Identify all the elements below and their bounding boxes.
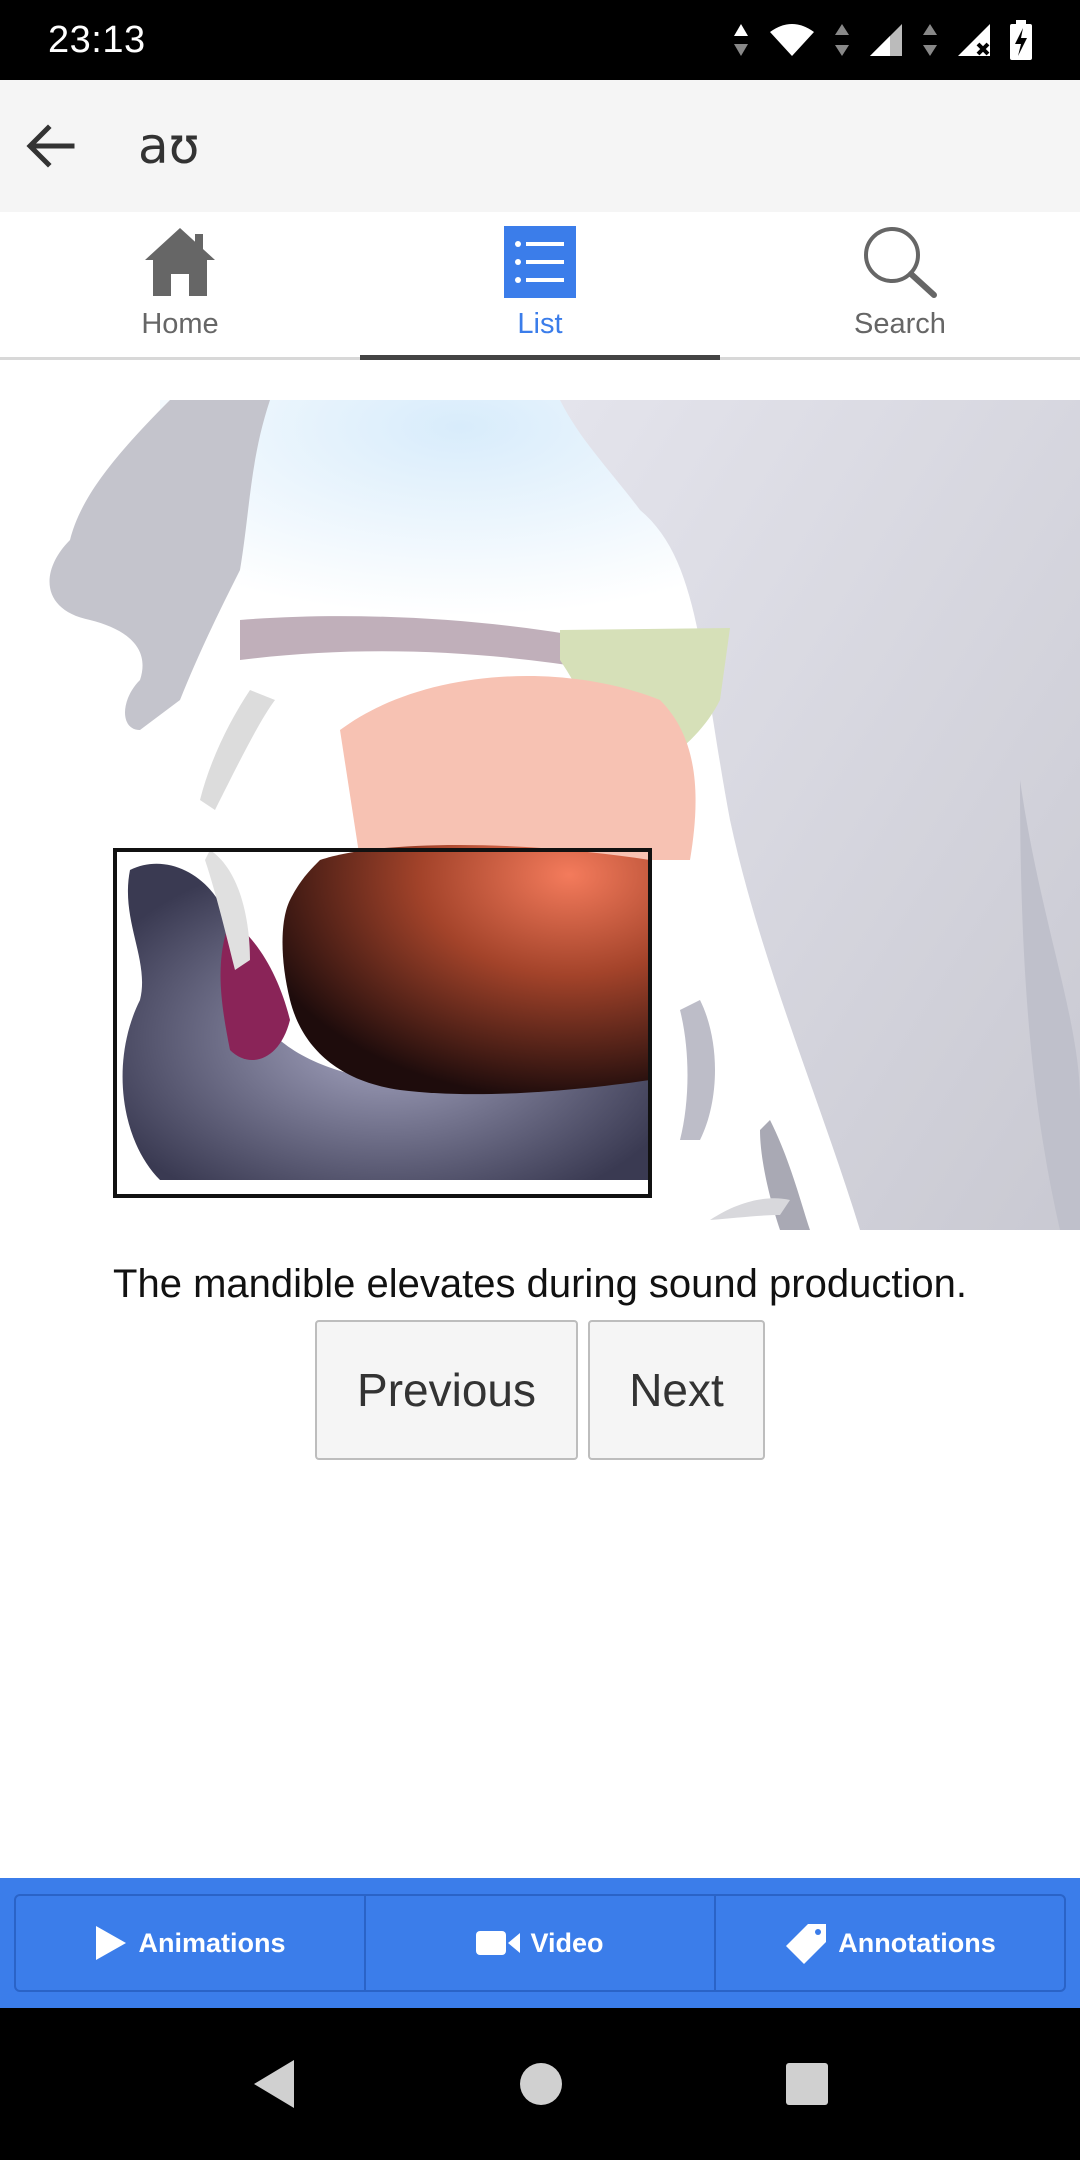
arrow-back-icon (26, 124, 75, 168)
tab-list[interactable]: List (360, 212, 720, 360)
tab-bar: Home List Search (0, 212, 1080, 360)
cell-signal-icon (870, 24, 902, 56)
tab-home[interactable]: Home (0, 212, 360, 357)
tag-icon (786, 1924, 827, 1964)
tab-search-label: Search (854, 308, 946, 340)
search-icon (862, 224, 938, 300)
annotations-label: Annotations (838, 1927, 996, 1958)
nav-home-icon[interactable] (518, 2061, 564, 2107)
video-camera-icon (476, 1931, 521, 1955)
no-signal-icon (958, 24, 990, 56)
status-bar: 23:13 (0, 0, 1080, 80)
tab-home-label: Home (141, 308, 219, 340)
step-navigation: Previous Next (0, 1320, 1080, 1460)
animations-label: Animations (138, 1927, 286, 1958)
previous-button[interactable]: Previous (315, 1320, 578, 1460)
status-time: 23:13 (48, 18, 146, 61)
figure-caption: The mandible elevates during sound produ… (113, 1262, 967, 1306)
app-bar: aʊ (0, 80, 1080, 212)
bottom-toolbar: Animations Video Annotations (0, 1878, 1080, 2008)
animations-button[interactable]: Animations (16, 1896, 366, 1990)
battery-charging-icon (1010, 20, 1032, 60)
nav-recents-icon[interactable] (784, 2061, 830, 2107)
data-arrows-icon (734, 24, 748, 56)
play-icon (96, 1926, 127, 1960)
nav-back-icon[interactable] (250, 2058, 298, 2110)
page-title: aʊ (138, 117, 200, 175)
tab-search[interactable]: Search (720, 212, 1080, 357)
anatomy-illustration (0, 400, 1080, 1230)
next-button[interactable]: Next (588, 1320, 765, 1460)
annotations-button[interactable]: Annotations (716, 1896, 1064, 1990)
status-icons (732, 20, 1032, 60)
wifi-icon (770, 24, 814, 56)
wifi-arrows-icon (835, 24, 849, 56)
toolbar-group: Animations Video Annotations (14, 1894, 1066, 1992)
video-label: Video (530, 1927, 604, 1958)
home-icon (143, 224, 217, 300)
back-button[interactable] (0, 80, 100, 212)
system-nav-bar (0, 2008, 1080, 2160)
screen: 23:13 aʊ Home List Search The mandible e… (0, 0, 1080, 2160)
cell-arrows-icon (923, 24, 937, 56)
tab-list-label: List (517, 308, 563, 340)
video-button[interactable]: Video (366, 1896, 716, 1990)
list-icon (504, 224, 576, 300)
